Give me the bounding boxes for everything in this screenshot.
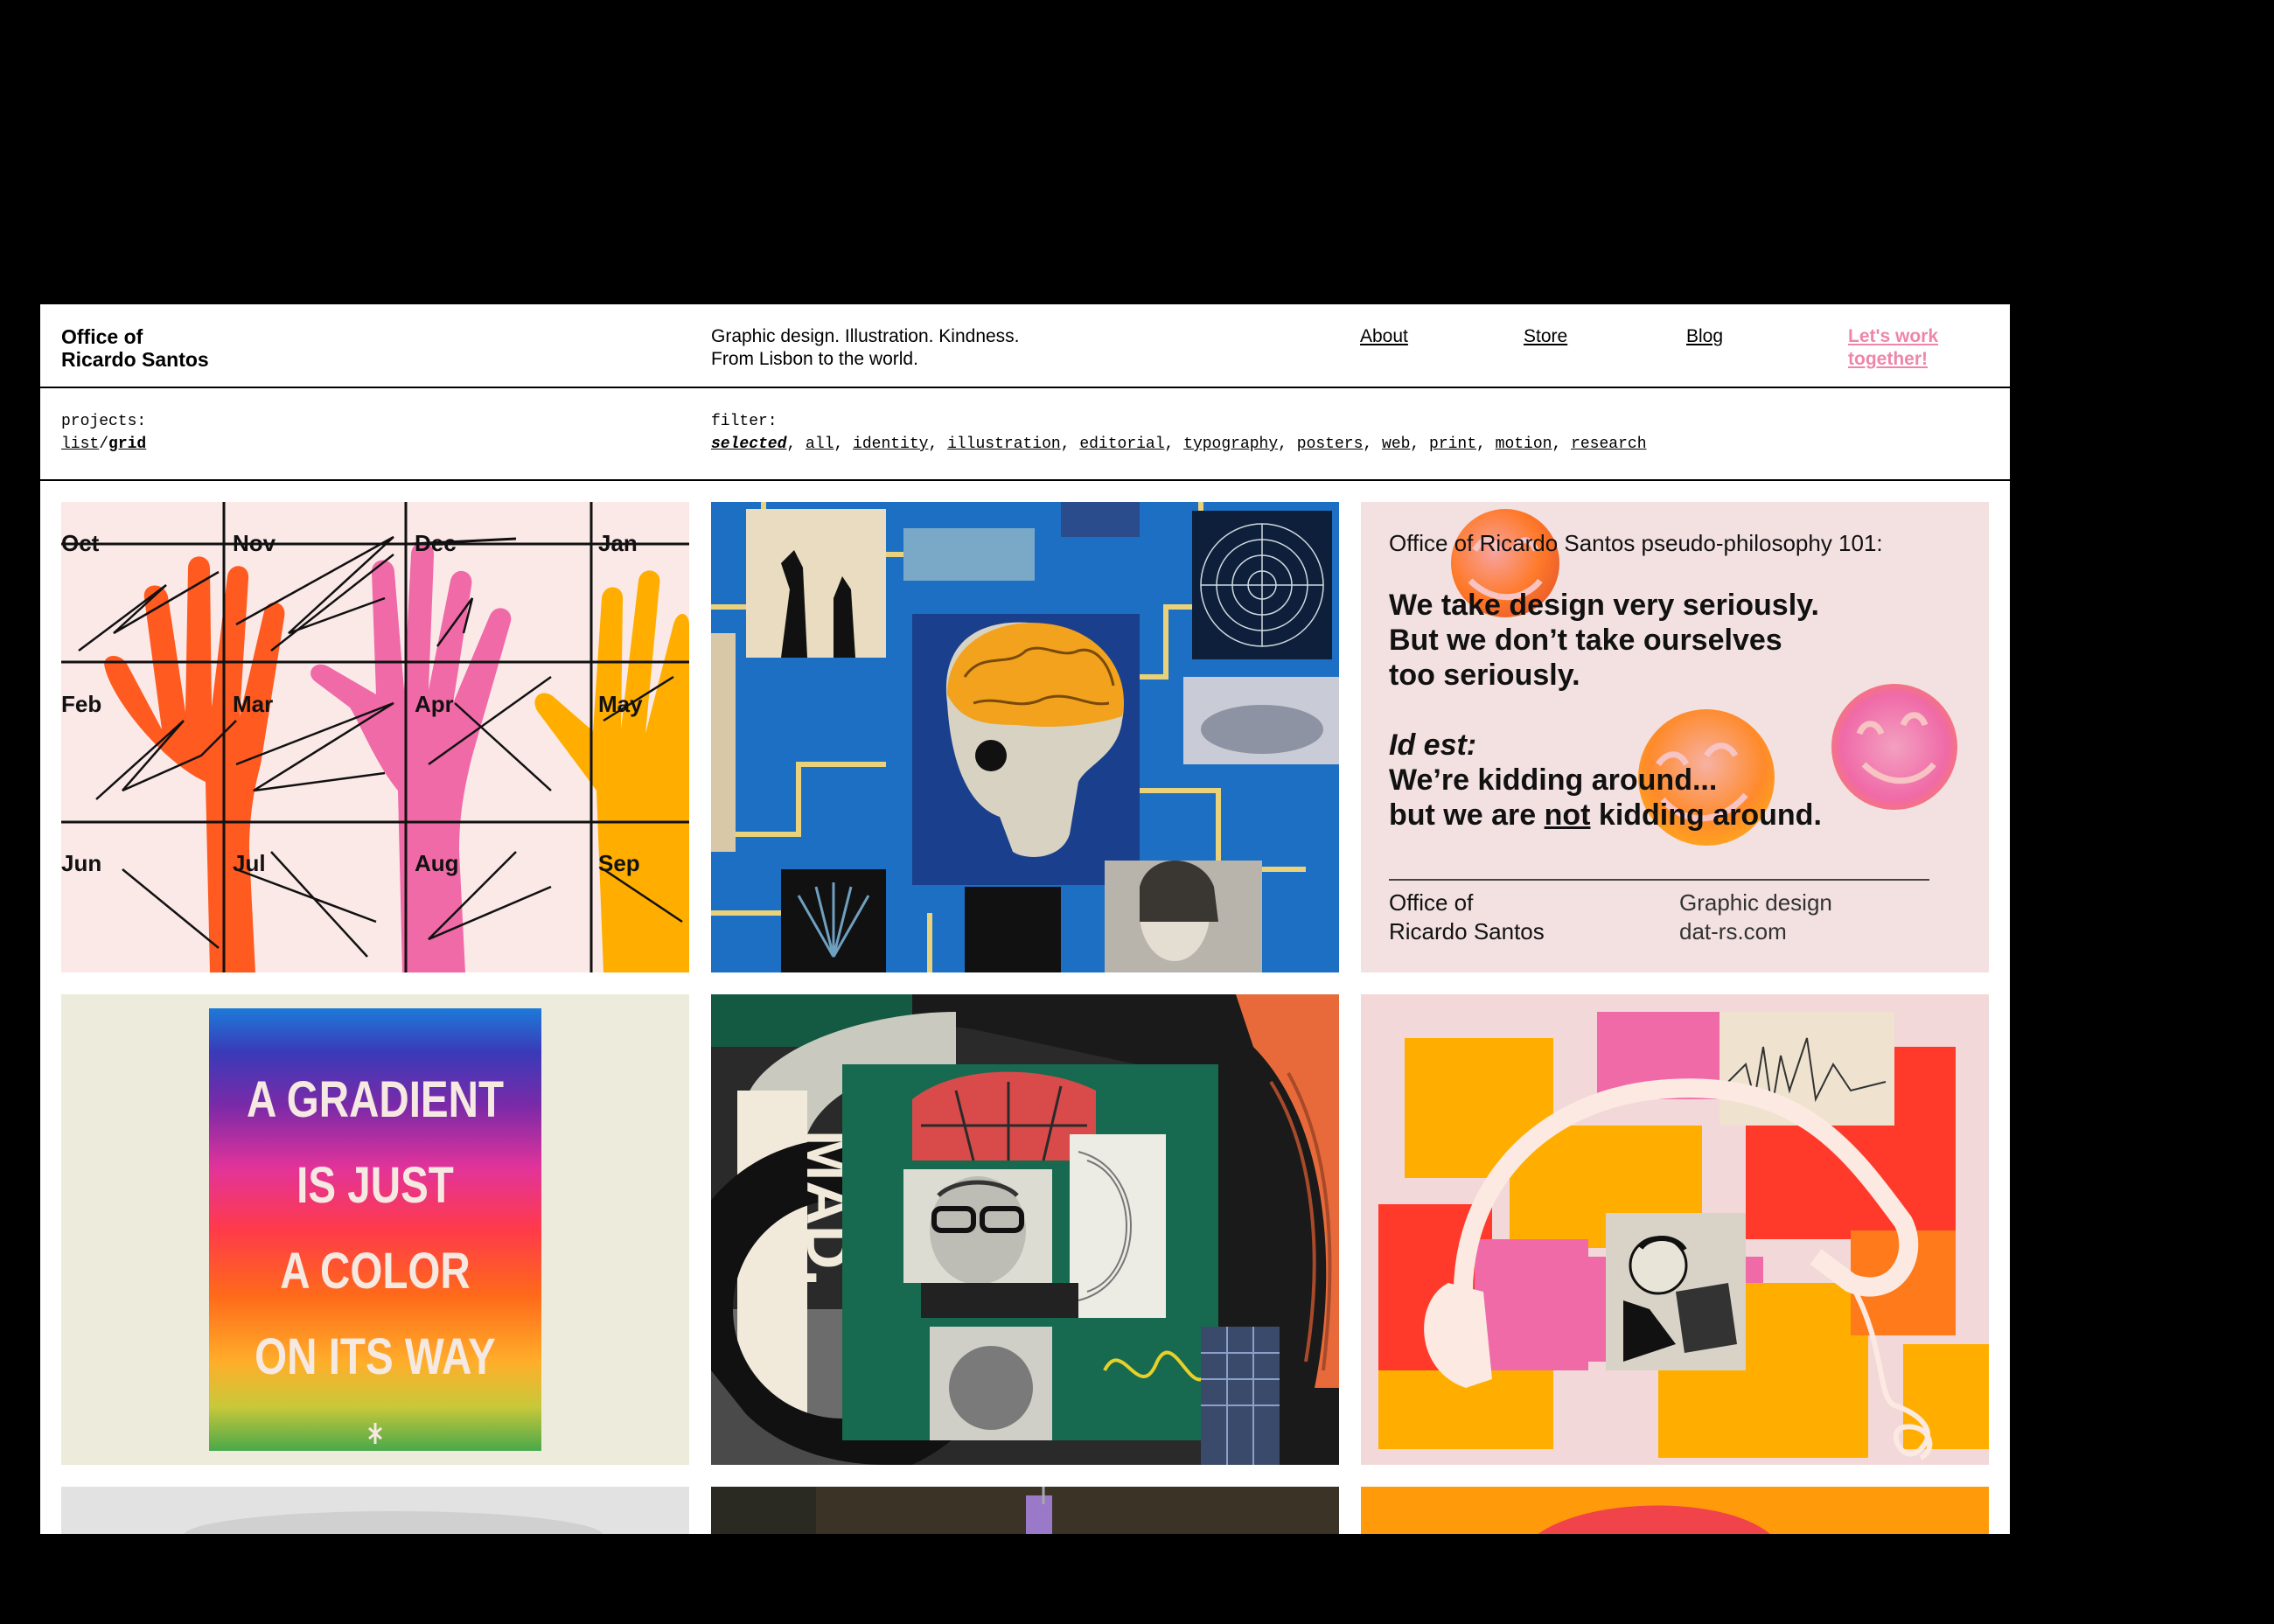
philosophy-footer-left-1: Office of xyxy=(1389,889,1474,916)
project-tile-brain-collage[interactable] xyxy=(711,502,1339,972)
philosophy-heading: Office of Ricardo Santos pseudo-philosop… xyxy=(1389,530,1883,556)
poster-line-2: IS JUST xyxy=(296,1158,454,1215)
month-oct: Oct xyxy=(61,530,100,556)
project-toolbar: projects: list/grid filter: selected, al… xyxy=(40,388,2010,481)
philosophy-statement: We take design very seriously. But we do… xyxy=(1389,588,1819,693)
nav-about-link[interactable]: About xyxy=(1360,325,1408,348)
filter-selected[interactable]: selected xyxy=(711,436,786,453)
month-sep: Sep xyxy=(598,850,640,876)
brand-line-2: Ricardo Santos xyxy=(61,348,209,371)
row3-3-thumbnail xyxy=(1361,1487,1989,1534)
month-mar: Mar xyxy=(233,691,273,717)
philosophy-not: not xyxy=(1544,798,1591,832)
portfolio-page: Office of Ricardo Santos Graphic design.… xyxy=(40,304,2010,1534)
filter-print[interactable]: print xyxy=(1429,436,1476,453)
philosophy-footer-left: Office of Ricardo Santos xyxy=(1389,889,1545,946)
philosophy-line-5b: kidding around. xyxy=(1590,798,1822,832)
poster-line-3: A COLOR xyxy=(280,1244,470,1300)
brand-logo[interactable]: Office of Ricardo Santos xyxy=(61,325,209,371)
philosophy-line-4: We’re kidding around... xyxy=(1389,763,1718,797)
gradient-poster-illustration: A GRADIENT IS JUST A COLOR ON ITS WAY xyxy=(209,1008,541,1451)
month-apr: Apr xyxy=(415,691,454,717)
philosophy-footer-right: Graphic design dat-rs.com xyxy=(1679,889,1832,946)
filter-motion[interactable]: motion xyxy=(1496,436,1552,453)
tagline-line-1: Graphic design. Illustration. Kindness. xyxy=(711,326,1020,346)
filter-list: selected, all, identity, illustration, e… xyxy=(711,436,1647,453)
month-may: May xyxy=(598,691,643,717)
project-tile-phone-collage[interactable] xyxy=(1361,994,1989,1465)
nav-store-link[interactable]: Store xyxy=(1524,325,1567,348)
cta-line-2: together! xyxy=(1848,349,1928,369)
month-jan: Jan xyxy=(598,530,638,556)
calendar-hands-illustration: Oct Nov Dec Jan Feb Mar Apr May Jun Jul … xyxy=(61,502,689,972)
project-tile-calendar-hands[interactable]: Oct Nov Dec Jan Feb Mar Apr May Jun Jul … xyxy=(61,502,689,972)
philosophy-idest: Id est: xyxy=(1389,728,1477,762)
philosophy-line-2: But we don’t take ourselves xyxy=(1389,624,1782,657)
filter-typography[interactable]: typography xyxy=(1183,436,1278,453)
filter-identity[interactable]: identity xyxy=(853,436,928,453)
project-tile-row3-3[interactable] xyxy=(1361,1487,1989,1534)
philosophy-line-3: too seriously. xyxy=(1389,659,1580,692)
month-nov: Nov xyxy=(233,530,276,556)
brand-line-1: Office of xyxy=(61,325,143,348)
tagline: Graphic design. Illustration. Kindness. … xyxy=(711,325,1020,371)
row3-1-thumbnail xyxy=(61,1487,689,1534)
filter-illustration[interactable]: illustration xyxy=(947,436,1061,453)
project-tile-gradient-poster[interactable]: A GRADIENT IS JUST A COLOR ON ITS WAY xyxy=(61,994,689,1465)
philosophy-line-5a: but we are xyxy=(1389,798,1545,832)
project-tile-mad-collage[interactable]: MAD. xyxy=(711,994,1339,1465)
row3-2-thumbnail xyxy=(711,1487,1339,1534)
philosophy-footer-left-2: Ricardo Santos xyxy=(1389,918,1545,944)
projects-label: projects: xyxy=(61,413,147,430)
project-tile-row3-1[interactable] xyxy=(61,1487,689,1534)
philosophy-idest-block: Id est: We’re kidding around... but we a… xyxy=(1389,728,1822,833)
brain-collage-illustration xyxy=(711,502,1339,972)
filter-label: filter: xyxy=(711,413,778,430)
tagline-line-2: From Lisbon to the world. xyxy=(711,349,918,369)
view-switcher: list/grid xyxy=(61,434,146,455)
philosophy-line-5: but we are not kidding around. xyxy=(1389,798,1822,833)
mad-collage-illustration: MAD. xyxy=(711,994,1339,1465)
filter-posters[interactable]: posters xyxy=(1297,436,1364,453)
philosophy-line-1: We take design very seriously. xyxy=(1389,589,1819,622)
poster-line-4: ON ITS WAY xyxy=(255,1329,496,1386)
nav-blog-link[interactable]: Blog xyxy=(1686,325,1723,348)
philosophy-footer-right-2: dat-rs.com xyxy=(1679,918,1787,944)
site-header: Office of Ricardo Santos Graphic design.… xyxy=(40,304,2010,388)
month-feb: Feb xyxy=(61,691,101,717)
cta-line-1: Let's work xyxy=(1848,326,1939,346)
view-grid-link[interactable]: grid xyxy=(108,436,146,453)
month-jul: Jul xyxy=(233,850,266,876)
contact-cta-link[interactable]: Let's work together! xyxy=(1848,325,1938,371)
phone-collage-illustration xyxy=(1361,994,1989,1465)
filter-web[interactable]: web xyxy=(1382,436,1410,453)
view-list-link[interactable]: list xyxy=(61,436,99,453)
filter-all[interactable]: all xyxy=(806,436,834,453)
month-jun: Jun xyxy=(61,850,101,876)
philosophy-footer-right-1: Graphic design xyxy=(1679,889,1832,916)
filter-editorial[interactable]: editorial xyxy=(1079,436,1164,453)
month-dec: Dec xyxy=(415,530,457,556)
poster-line-1: A GRADIENT xyxy=(247,1072,504,1129)
view-separator: / xyxy=(99,436,109,453)
project-tile-philosophy-poster[interactable]: Office of Ricardo Santos pseudo-philosop… xyxy=(1361,502,1989,972)
project-tile-row3-2[interactable] xyxy=(711,1487,1339,1534)
month-aug: Aug xyxy=(415,850,459,876)
filter-research[interactable]: research xyxy=(1571,436,1646,453)
